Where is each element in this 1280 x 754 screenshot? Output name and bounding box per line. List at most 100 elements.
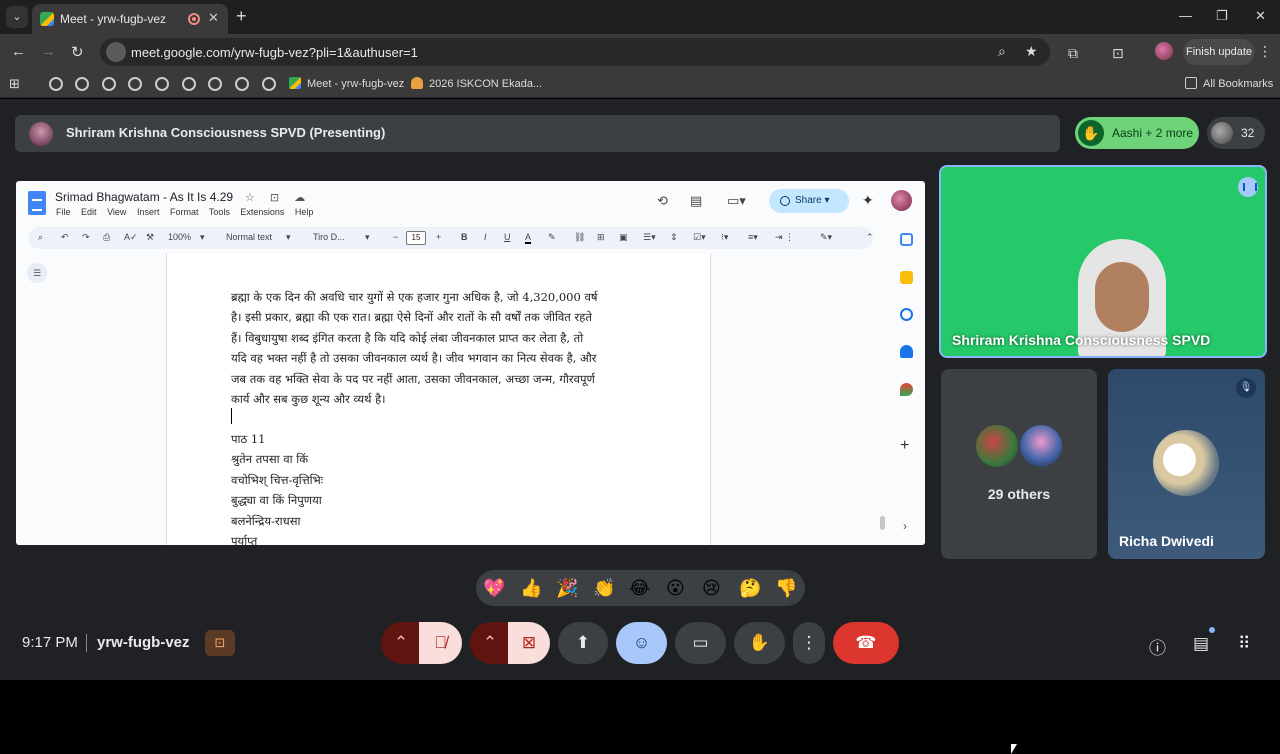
participant-avatar — [1018, 423, 1064, 469]
document-page: ब्रह्मा के एक दिन की अवधि चार युगों से ए… — [166, 253, 711, 545]
comment-add-icon: ⊞ — [597, 232, 605, 242]
reaction-thumbs-up[interactable]: 👍 — [520, 577, 542, 599]
document-paragraph: ब्रह्मा के एक दिन की अवधि चार युगों से ए… — [231, 287, 651, 409]
bookmark-iskcon[interactable]: 2026 ISKCON Ekada... — [411, 77, 542, 90]
search-icon: ⌕ — [38, 232, 44, 242]
others-tile[interactable]: 29 others — [941, 369, 1097, 559]
microphone-toggle-button[interactable]: 🎙̸ — [419, 622, 462, 664]
close-tab-icon[interactable]: ✕ — [208, 10, 219, 26]
apps-grid-icon[interactable]: ⊞ — [9, 76, 20, 92]
reaction-surprised[interactable]: 😮 — [666, 577, 685, 599]
profile-avatar[interactable] — [1155, 42, 1173, 60]
docs-user-avatar — [891, 190, 912, 211]
finish-update-button[interactable]: Finish update — [1183, 39, 1255, 65]
keep-icon — [900, 271, 913, 284]
raised-hands-label: Aashi + 2 more — [1112, 126, 1194, 140]
bookmark-shortcut-icon[interactable] — [208, 77, 222, 91]
menu-file: File — [56, 207, 71, 217]
site-info-icon[interactable] — [106, 42, 126, 62]
undo-icon: ↶ — [61, 232, 69, 242]
collapse-toolbar-icon: ⌃ — [866, 232, 874, 242]
contacts-icon — [900, 345, 913, 358]
folder-icon — [1185, 77, 1197, 89]
captions-icon: ▭ — [692, 633, 709, 652]
zoom-icon[interactable]: ⌕ — [998, 43, 1006, 60]
omnibox[interactable]: meet.google.com/yrw-fugb-vez?pli=1&authu… — [100, 38, 1050, 66]
people-button[interactable]: 32 — [1207, 117, 1265, 149]
activities-grid-icon[interactable]: ⠿ — [1238, 634, 1250, 654]
captions-button[interactable]: ▭ — [675, 622, 726, 664]
reaction-party-popper[interactable]: 🎉 — [556, 577, 578, 599]
host-controls-icon[interactable]: ⊡ — [205, 630, 235, 656]
paragraph-line: कार्य और सब कुछ शून्य और व्यर्थ है। — [231, 392, 386, 407]
tab-search-button[interactable]: ⌄ — [6, 6, 28, 28]
browser-tab-meet[interactable]: Meet - yrw-fugb-vez ✕ — [32, 4, 228, 34]
numbered-list-icon: ≡▾ — [748, 232, 758, 242]
text-color-icon: A — [525, 232, 532, 244]
bottom-letterbox — [0, 680, 1280, 720]
reactions-button[interactable]: ☺ — [616, 622, 667, 664]
presented-screen-docs: Srimad Bhagwatam - As It Is 4.29 ☆ ⊡ ☁ F… — [16, 181, 925, 545]
reaction-thumbs-down[interactable]: 👎 — [775, 577, 797, 599]
minimize-icon[interactable]: — — [1179, 8, 1192, 23]
menu-format: Format — [169, 207, 199, 217]
people-avatars-icon — [1211, 122, 1233, 144]
present-screen-button[interactable]: ⬆ — [558, 622, 608, 664]
raise-hand-button[interactable]: ✋ — [734, 622, 785, 664]
meeting-details-icon[interactable]: ⓘ — [1149, 634, 1166, 659]
reaction-sparkling-heart[interactable]: 💖 — [483, 577, 505, 599]
meet-stage: Shriram Krishna Consciousness SPVD (Pres… — [0, 99, 1280, 754]
document-title: Srimad Bhagwatam - As It Is 4.29 — [55, 190, 234, 204]
reaction-clapping[interactable]: 👏 — [593, 577, 615, 599]
speaking-indicator-icon — [1238, 177, 1258, 197]
reaction-crying[interactable]: 😢 — [702, 577, 721, 599]
bookmark-shortcut-icon[interactable] — [182, 77, 196, 91]
verse-line: वचोभिश् चित्त-वृत्तिभिः — [231, 472, 324, 487]
extensions-icon[interactable]: ⧉ — [1068, 45, 1078, 62]
iskcon-icon — [411, 77, 423, 89]
paint-format-icon: ⚒ — [146, 232, 155, 242]
bookmark-shortcut-icon[interactable] — [102, 77, 116, 91]
tab-share-icon[interactable]: ⊡ — [1112, 45, 1124, 62]
bookmark-shortcut-icon[interactable] — [75, 77, 89, 91]
bookmark-shortcut-icon[interactable] — [235, 77, 249, 91]
restore-icon[interactable]: ❐ — [1216, 8, 1228, 24]
bookmark-shortcut-icon[interactable] — [49, 77, 63, 91]
link-icon: ⛓ — [574, 232, 586, 242]
reactions-bar: 💖 👍 🎉 👏 😂 😮 😢 🤔 👎 — [476, 570, 805, 606]
close-window-icon[interactable]: ✕ — [1255, 8, 1266, 24]
font-size-decrease-icon: − — [393, 232, 399, 242]
reload-icon[interactable]: ↻ — [71, 43, 84, 61]
add-ons-plus-icon: + — [900, 437, 910, 454]
reaction-thinking[interactable]: 🤔 — [739, 577, 761, 599]
url-text[interactable]: meet.google.com/yrw-fugb-vez?pli=1&authu… — [131, 45, 418, 60]
more-options-button[interactable]: ⋮ — [793, 622, 825, 664]
back-icon[interactable]: ← — [11, 43, 26, 60]
bookmark-shortcut-icon[interactable] — [262, 77, 276, 91]
font-size-increase-icon: + — [436, 232, 442, 242]
document-outline-icon: ☰ — [27, 263, 47, 283]
chat-icon[interactable]: ▤ — [1193, 634, 1209, 654]
raised-hands-button[interactable]: ✋ Aashi + 2 more — [1075, 117, 1199, 149]
new-tab-button[interactable]: + — [236, 6, 247, 27]
reaction-laughing[interactable]: 😂 — [629, 577, 650, 599]
video-options-button[interactable]: ⌃ — [470, 622, 510, 664]
camera-toggle-button[interactable]: ⊠ — [508, 622, 550, 664]
bookmark-meet[interactable]: Meet - yrw-fugb-vez — [289, 77, 404, 90]
leave-call-button[interactable]: ☎ — [833, 622, 899, 664]
editing-mode-icon: ✎▾ — [820, 232, 833, 242]
bookmark-star-icon[interactable]: ★ — [1025, 43, 1038, 60]
docs-menubar: File Edit View Insert Format Tools Exten… — [56, 207, 321, 217]
participant-tile-richa[interactable]: 🎙 Richa Dwivedi — [1108, 369, 1265, 559]
participant-tile-presenter[interactable]: Shriram Krishna Consciousness SPVD — [939, 165, 1267, 358]
bookmark-shortcut-icon[interactable] — [128, 77, 142, 91]
bookmark-shortcut-icon[interactable] — [155, 77, 169, 91]
audio-options-button[interactable]: ⌃ — [381, 622, 421, 664]
browser-menu-icon[interactable]: ⋮ — [1258, 43, 1272, 60]
checklist-icon: ☑▾ — [693, 232, 706, 242]
all-bookmarks[interactable]: All Bookmarks — [1185, 77, 1273, 90]
indent-icon: ⇥ — [775, 232, 783, 242]
participant-count: 32 — [1241, 126, 1255, 140]
zoom-value: 100% — [168, 232, 192, 242]
forward-icon[interactable]: → — [41, 43, 56, 60]
